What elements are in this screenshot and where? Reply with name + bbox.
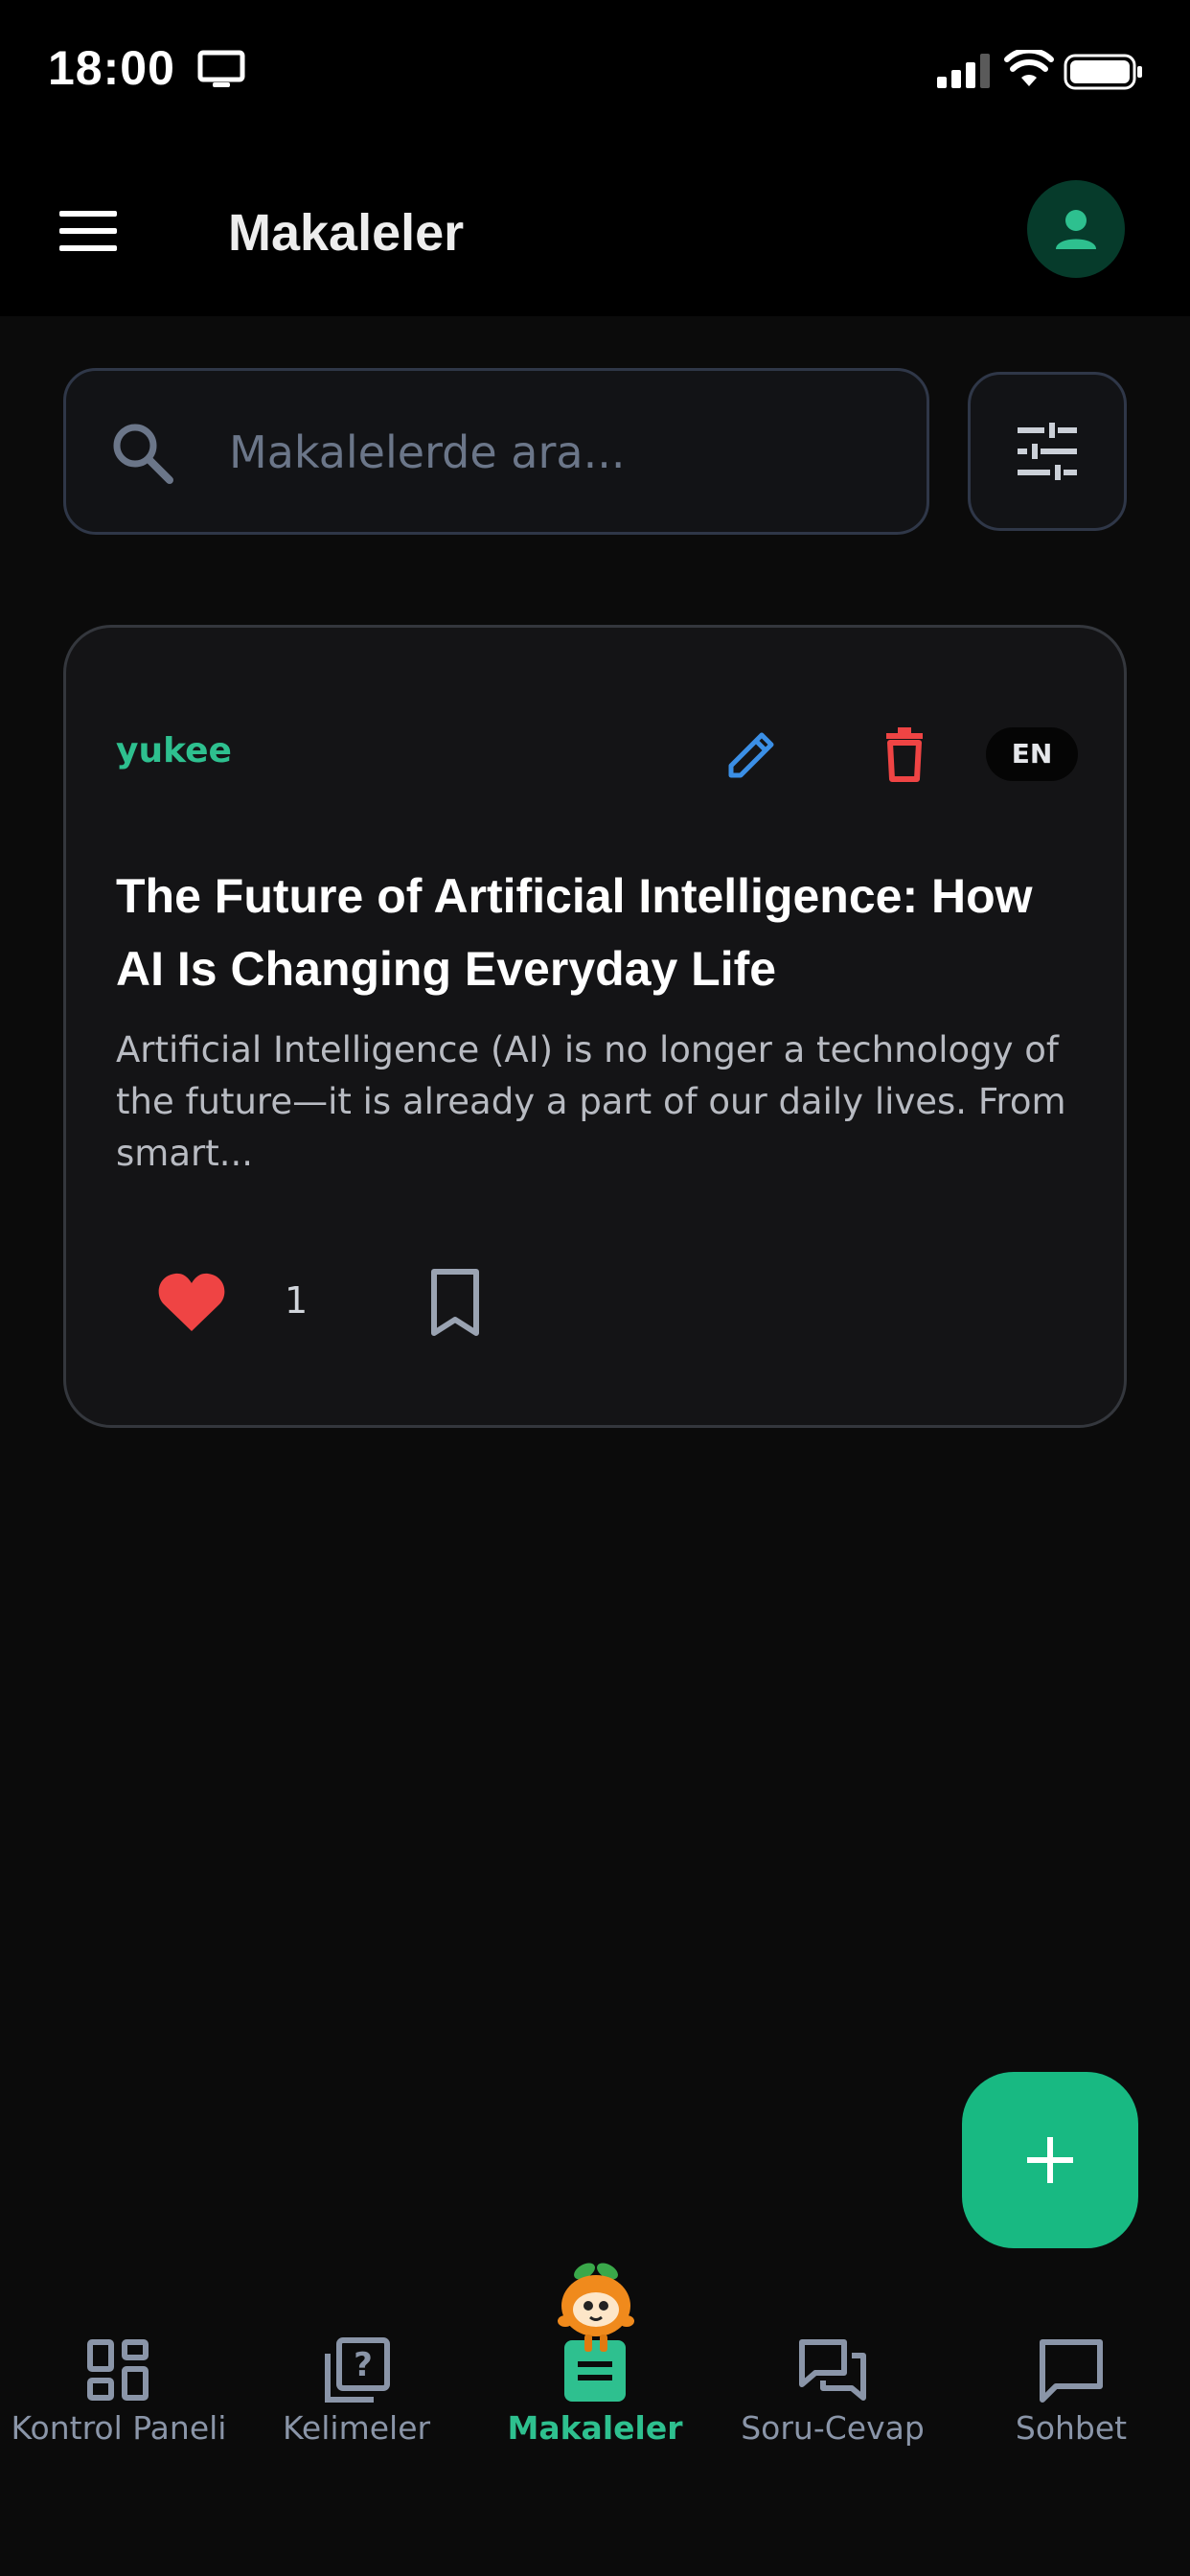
chat-bubble-icon xyxy=(1040,2339,1103,2403)
nav-item-words[interactable]: ? Kelimeler xyxy=(238,2262,475,2453)
profile-button[interactable] xyxy=(1027,180,1125,278)
tune-filter-icon xyxy=(1018,423,1077,480)
delete-icon[interactable] xyxy=(871,720,938,787)
hamburger-menu-icon[interactable] xyxy=(56,201,123,261)
forum-icon xyxy=(799,2339,866,2401)
nav-label-qa: Soru-Cevap xyxy=(741,2409,925,2447)
nav-item-qa[interactable]: Soru-Cevap xyxy=(714,2262,951,2453)
search-box[interactable] xyxy=(63,368,929,535)
svg-text:?: ? xyxy=(354,2346,373,2384)
search-input[interactable] xyxy=(229,400,900,505)
article-author[interactable]: yukee xyxy=(116,731,232,770)
page-title: Makaleler xyxy=(228,204,465,262)
search-icon xyxy=(113,424,173,484)
question-library-icon: ? xyxy=(325,2337,390,2403)
article-excerpt: Artificial Intelligence (AI) is no longe… xyxy=(116,1029,1066,1174)
person-icon xyxy=(1056,210,1096,249)
nav-label-words: Kelimeler xyxy=(282,2409,431,2447)
nav-item-dashboard[interactable]: Kontrol Paneli xyxy=(0,2262,238,2453)
article-card[interactable]: yukee EN The Future of Artificial Intell… xyxy=(63,625,1127,1428)
filter-button[interactable] xyxy=(968,372,1127,531)
article-title[interactable]: The Future of Artificial Intelligence: H… xyxy=(116,860,1084,1005)
like-count: 1 xyxy=(285,1279,309,1322)
articles-screen: 18:00 Makaleler Makalelerde ara... yukee… xyxy=(0,0,1190,2576)
language-badge: EN xyxy=(986,727,1078,781)
heart-icon[interactable] xyxy=(156,1270,227,1333)
cellular-signal-icon xyxy=(937,54,990,88)
status-bar: 18:00 xyxy=(0,0,1190,144)
nav-label-articles: Makaleler xyxy=(507,2409,683,2447)
nav-item-chat[interactable]: Sohbet xyxy=(952,2262,1190,2453)
bookmark-icon[interactable] xyxy=(426,1268,484,1337)
wifi-icon xyxy=(1004,50,1054,86)
dashboard-icon xyxy=(87,2339,149,2401)
battery-icon xyxy=(1064,54,1142,90)
nav-label-chat: Sohbet xyxy=(1015,2409,1128,2447)
edit-icon[interactable] xyxy=(718,722,785,789)
status-time: 18:00 xyxy=(48,41,175,95)
add-article-button[interactable] xyxy=(962,2072,1138,2248)
mascot-icon xyxy=(558,2263,634,2352)
monitor-icon xyxy=(197,50,245,87)
app-bar: Makaleler xyxy=(0,172,1190,288)
nav-label-dashboard: Kontrol Paneli xyxy=(11,2409,227,2447)
plus-icon xyxy=(1027,2137,1073,2183)
